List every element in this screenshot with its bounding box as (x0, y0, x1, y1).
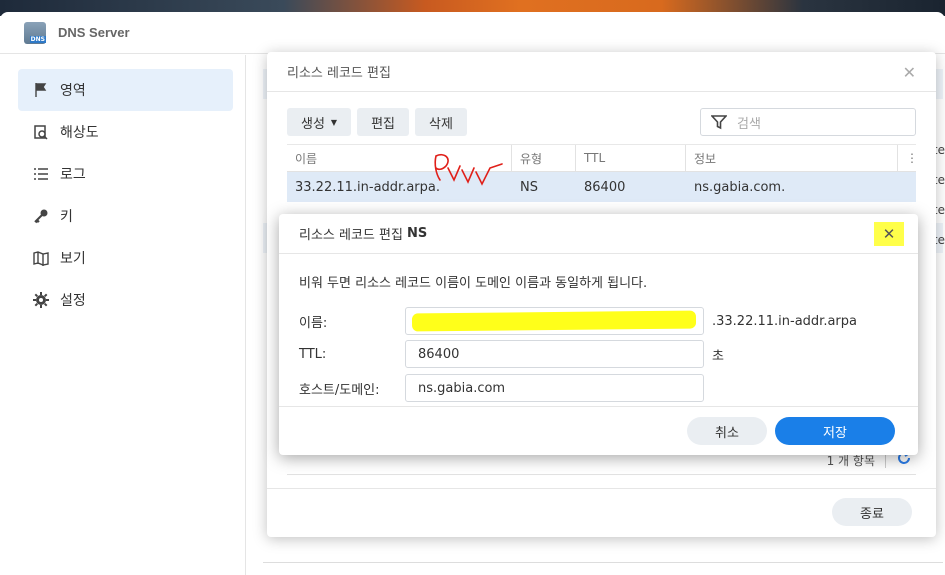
list-icon (32, 165, 50, 183)
ttl-value: 86400 (418, 346, 460, 362)
host-row: 호스트/도메인: ns.gabia.com (299, 374, 704, 402)
sidebar-item-label: 로그 (60, 167, 86, 183)
name-suffix: .33.22.11.in-addr.arpa (712, 313, 857, 329)
sidebar-item-log[interactable]: 로그 (18, 153, 233, 195)
sidebar-item-label: 설정 (60, 293, 86, 309)
ttl-label: TTL: (299, 346, 327, 362)
sidebar-item-resolution[interactable]: 해상도 (18, 111, 233, 153)
description-text: 비워 두면 리소스 레코드 이름이 도메인 이름과 동일하게 됩니다. (299, 276, 648, 291)
dns-server-app-icon (24, 21, 46, 44)
cell-spacer (898, 172, 916, 202)
host-value: ns.gabia.com (418, 380, 506, 396)
sidebar: 영역 해상도 로그 키 보기 설정 (0, 55, 246, 575)
column-header-ttl[interactable]: TTL (576, 145, 686, 171)
record-type-label: NS (406, 226, 428, 241)
caret-down-icon: ▼ (330, 117, 338, 127)
records-table: 이름 유형 TTL 정보 ⋮ 33.22.11.in-addr.arpa. NS… (287, 144, 918, 202)
app-titlebar: DNS Server (0, 12, 945, 54)
ttl-unit: 초 (712, 348, 724, 364)
cell-type: NS (520, 179, 538, 195)
close-icon[interactable]: ✕ (903, 63, 916, 82)
dialog-header: 리소스 레코드 편집 (267, 52, 936, 92)
ttl-row: TTL: 86400 초 (299, 340, 724, 368)
close-icon[interactable]: ✕ (874, 222, 904, 246)
edit-button[interactable]: 편집 (357, 108, 409, 136)
column-header-type[interactable]: 유형 (512, 145, 576, 171)
sidebar-item-label: 키 (60, 209, 73, 225)
sidebar-item-key[interactable]: 키 (18, 195, 233, 237)
divider (267, 488, 936, 489)
sidebar-item-view[interactable]: 보기 (18, 237, 233, 279)
flag-icon (32, 81, 50, 99)
cell-ttl: 86400 (584, 179, 626, 195)
sidebar-item-label: 해상도 (60, 125, 99, 141)
key-icon (32, 207, 50, 225)
dialog-body: 비워 두면 리소스 레코드 이름이 도메인 이름과 동일하게 됩니다. 이름: … (299, 272, 899, 402)
host-label: 호스트/도메인: (299, 382, 380, 398)
create-label: 생성 (301, 116, 325, 132)
cell-info: ns.gabia.com. (694, 179, 786, 195)
resolve-icon (32, 123, 50, 141)
dialog-title: 리소스 레코드 편집 (287, 66, 391, 81)
create-button[interactable]: 생성 ▼ (287, 108, 352, 136)
divider (279, 406, 918, 407)
toolbar: 생성 ▼ 편집 삭제 (287, 108, 467, 136)
sidebar-item-settings[interactable]: 설정 (18, 279, 233, 321)
sidebar-item-zone[interactable]: 영역 (18, 69, 233, 111)
column-menu-icon[interactable]: ⋮ (898, 145, 918, 171)
table-row[interactable]: 33.22.11.in-addr.arpa. NS 86400 ns.gabia… (287, 172, 916, 202)
sidebar-item-label: 보기 (60, 251, 86, 267)
cancel-button[interactable]: 취소 (687, 417, 767, 445)
divider (263, 562, 943, 563)
save-button[interactable]: 저장 (775, 417, 895, 445)
gear-icon (32, 291, 50, 309)
table-header: 이름 유형 TTL 정보 ⋮ (287, 144, 918, 172)
close-button[interactable]: 종료 (832, 498, 912, 526)
sidebar-item-label: 영역 (60, 83, 86, 99)
ttl-field[interactable]: 86400 (405, 340, 704, 368)
host-field[interactable]: ns.gabia.com (405, 374, 704, 402)
name-label: 이름: (299, 315, 328, 331)
divider (287, 474, 916, 475)
app-title: DNS Server (58, 25, 130, 40)
name-field[interactable] (405, 307, 704, 335)
filter-icon (711, 114, 727, 130)
dialog-title: 리소스 레코드 편집 (299, 228, 403, 243)
map-icon (32, 249, 50, 267)
column-header-info[interactable]: 정보 (686, 145, 898, 171)
delete-button[interactable]: 삭제 (415, 108, 467, 136)
highlighter-mark (411, 310, 697, 332)
search-input[interactable]: 검색 (700, 108, 916, 136)
dialog-header: 리소스 레코드 편집 NS (279, 214, 918, 254)
handwritten-annotation (434, 153, 503, 186)
search-placeholder: 검색 (737, 116, 761, 132)
name-row: 이름: .33.22.11.in-addr.arpa (299, 307, 857, 335)
ns-record-dialog: 리소스 레코드 편집 NS ✕ 비워 두면 리소스 레코드 이름이 도메인 이름… (279, 214, 918, 455)
